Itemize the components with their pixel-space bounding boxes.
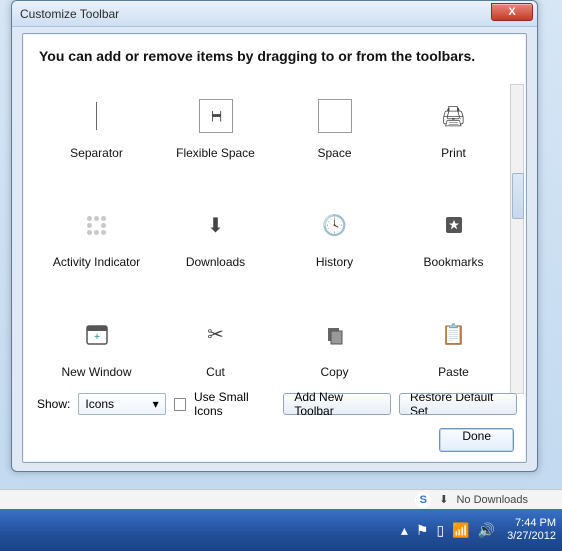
item-flexible-space[interactable]: |••••| Flexible Space [156,84,275,175]
item-history[interactable]: 🕓 History [275,193,394,284]
window-title: Customize Toolbar [20,7,119,21]
instruction-text: You can add or remove items by dragging … [23,34,526,66]
activity-indicator-icon [79,207,115,243]
restore-default-set-button[interactable]: Restore Default Set [399,393,517,415]
use-small-icons-label: Use Small Icons [194,390,275,418]
space-icon [317,98,353,134]
bookmarks-icon [436,207,472,243]
item-label: Activity Indicator [53,255,140,269]
item-label: Downloads [186,255,245,269]
item-label: New Window [61,365,131,379]
cut-icon: ✂ [198,317,234,353]
svg-text:+: + [94,332,100,343]
item-label: Cut [206,365,225,379]
item-downloads[interactable]: ⬇ Downloads [156,193,275,284]
item-label: Print [441,146,466,160]
print-icon: 🖨 [436,98,472,134]
browser-statusbar: S ⬇ No Downloads [0,489,562,509]
dialog-footer-controls: Show: Icons ▾ Use Small Icons Add New To… [37,390,517,418]
show-mode-select[interactable]: Icons ▾ [78,393,165,415]
wifi-icon[interactable]: 📶 [452,522,469,539]
item-new-window[interactable]: + New Window [37,303,156,394]
no-downloads-text: No Downloads [456,494,528,506]
close-button[interactable]: X [491,3,533,21]
network-icon[interactable]: ▯ [436,522,444,539]
copy-icon [317,317,353,353]
taskbar-clock[interactable]: 7:44 PM 3/27/2012 [507,517,556,543]
item-bookmarks[interactable]: Bookmarks [394,193,513,284]
item-print[interactable]: 🖨 Print [394,84,513,175]
item-label: History [316,255,353,269]
item-space[interactable]: Space [275,84,394,175]
scrollbar-thumb[interactable] [512,173,524,219]
chevron-down-icon: ▾ [153,397,159,411]
customize-toolbar-window: Customize Toolbar X You can add or remov… [11,0,538,472]
add-new-toolbar-button[interactable]: Add New Toolbar [283,393,391,415]
show-selected-value: Icons [85,397,114,411]
item-label: Separator [70,146,123,160]
item-label: Space [317,146,351,160]
item-copy[interactable]: Copy [275,303,394,394]
downloads-icon: ⬇ [198,207,234,243]
volume-icon[interactable]: 🔊 [478,522,495,539]
download-arrow-icon[interactable]: ⬇ [439,493,448,506]
separator-icon [79,98,115,134]
vertical-scrollbar[interactable] [510,84,524,394]
item-cut[interactable]: ✂ Cut [156,303,275,394]
show-label: Show: [37,397,70,411]
paste-icon: 📋 [436,317,472,353]
item-paste[interactable]: 📋 Paste [394,303,513,394]
toolbar-items-grid: Separator |••••| Flexible Space Space 🖨 … [37,84,513,394]
clock-time: 7:44 PM [515,517,556,530]
sync-icon[interactable]: S [415,492,431,508]
dialog-client-area: You can add or remove items by dragging … [22,33,527,463]
item-activity-indicator[interactable]: Activity Indicator [37,193,156,284]
item-label: Copy [320,365,348,379]
titlebar[interactable]: Customize Toolbar X [12,1,537,27]
flexible-space-icon: |••••| [198,98,234,134]
flag-icon[interactable]: ⚑ [416,522,429,539]
history-icon: 🕓 [317,207,353,243]
item-label: Flexible Space [176,146,255,160]
clock-date: 3/27/2012 [507,530,556,543]
item-label: Bookmarks [423,255,483,269]
done-button[interactable]: Done [439,428,514,452]
item-label: Paste [438,365,469,379]
system-tray[interactable]: ▴ ⚑ ▯ 📶 🔊 [401,522,495,539]
tray-up-icon[interactable]: ▴ [401,522,408,539]
use-small-icons-checkbox[interactable] [174,398,186,411]
new-window-icon: + [79,317,115,353]
windows-taskbar[interactable]: ▴ ⚑ ▯ 📶 🔊 7:44 PM 3/27/2012 [0,509,562,551]
item-separator[interactable]: Separator [37,84,156,175]
